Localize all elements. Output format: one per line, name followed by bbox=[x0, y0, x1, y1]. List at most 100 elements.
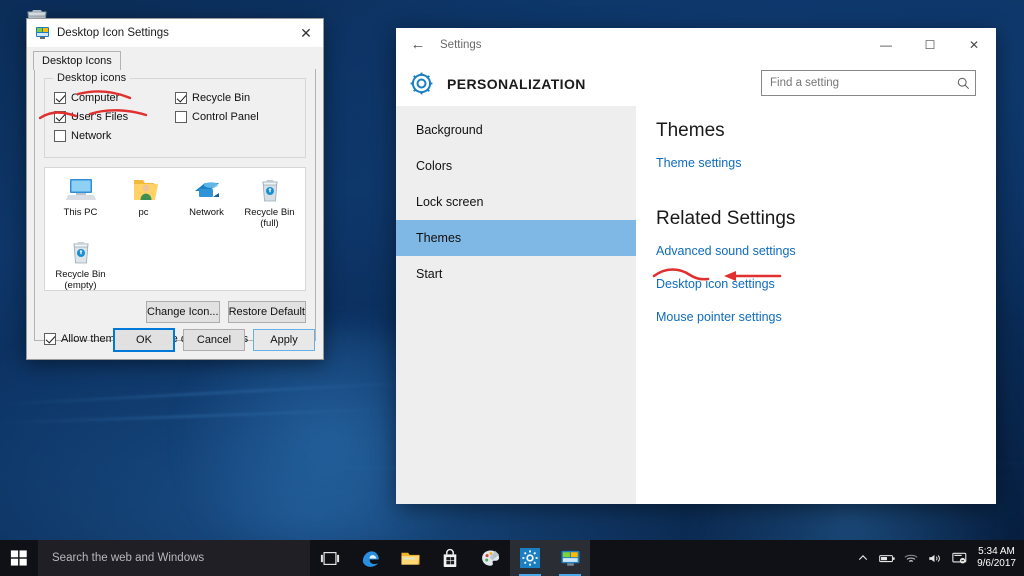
checkbox-recycle-bin-box[interactable] bbox=[175, 92, 187, 104]
sidebar-item-lock-screen[interactable]: Lock screen bbox=[396, 184, 636, 220]
checkbox-network-box[interactable] bbox=[54, 130, 66, 142]
maximize-icon[interactable]: ☐ bbox=[908, 28, 952, 61]
minimize-icon[interactable]: — bbox=[864, 28, 908, 61]
preview-label: Recycle Bin (empty) bbox=[55, 269, 106, 291]
recycle-bin-full-icon bbox=[254, 175, 286, 205]
search-input[interactable] bbox=[762, 77, 951, 89]
settings-body: Background Colors Lock screen Themes Sta… bbox=[396, 106, 996, 504]
show-hidden-icons-chevron-icon[interactable] bbox=[851, 553, 875, 563]
preview-label: Recycle Bin (full) bbox=[244, 207, 295, 229]
preview-item-this-pc[interactable]: This PC bbox=[49, 175, 112, 229]
settings-sidebar: Background Colors Lock screen Themes Sta… bbox=[396, 106, 636, 504]
desktop-icon-settings-dialog[interactable]: Desktop Icon Settings ✕ Desktop Icons De… bbox=[26, 18, 324, 360]
restore-default-button[interactable]: Restore Default bbox=[227, 301, 306, 323]
cancel-button[interactable]: Cancel bbox=[183, 329, 245, 351]
link-desktop-icon-settings[interactable]: Desktop icon settings bbox=[656, 277, 996, 291]
sidebar-item-themes[interactable]: Themes bbox=[396, 220, 636, 256]
store-icon[interactable] bbox=[430, 540, 470, 576]
preview-label: This PC bbox=[63, 207, 98, 218]
checkbox-recycle-bin[interactable]: Recycle Bin bbox=[175, 92, 296, 104]
settings-window-title: Settings bbox=[440, 38, 482, 51]
sidebar-item-label: Themes bbox=[416, 231, 462, 245]
settings-content: Themes Theme settings Related Settings A… bbox=[636, 106, 996, 504]
dialog-footer: OK Cancel Apply bbox=[27, 321, 323, 359]
checkbox-control-panel-label: Control Panel bbox=[192, 111, 259, 123]
preview-label: pc bbox=[138, 207, 149, 218]
sidebar-item-label: Start bbox=[416, 267, 443, 281]
change-icon-button[interactable]: Change Icon... bbox=[146, 301, 220, 323]
search-box[interactable] bbox=[761, 70, 976, 96]
file-explorer-icon[interactable] bbox=[390, 540, 430, 576]
preview-item-recycle-bin-full[interactable]: Recycle Bin (full) bbox=[238, 175, 301, 229]
dialog-tabstrip[interactable]: Desktop Icons bbox=[27, 47, 323, 70]
settings-header: PERSONALIZATION bbox=[396, 61, 996, 106]
settings-icon[interactable] bbox=[510, 540, 550, 576]
checkbox-computer[interactable]: Computer bbox=[54, 92, 175, 104]
page-title: PERSONALIZATION bbox=[447, 75, 586, 92]
icon-buttons-row: Change Icon... Restore Default bbox=[44, 301, 306, 323]
checkbox-recycle-bin-label: Recycle Bin bbox=[192, 92, 251, 104]
checkbox-network[interactable]: Network bbox=[54, 130, 175, 142]
dialog-tab-page: Desktop icons Computer User's Files Netw… bbox=[34, 69, 316, 345]
clock-time: 5:34 AM bbox=[978, 546, 1015, 557]
system-tray[interactable]: 5:34 AM 9/6/2017 bbox=[851, 540, 1024, 576]
taskbar-search-box[interactable]: Search the web and Windows bbox=[38, 540, 310, 576]
ok-button[interactable]: OK bbox=[113, 328, 175, 352]
preview-item-user-folder[interactable]: pc bbox=[112, 175, 175, 229]
sidebar-item-label: Lock screen bbox=[416, 195, 484, 209]
this-pc-icon bbox=[65, 175, 97, 205]
close-icon[interactable]: ✕ bbox=[289, 19, 323, 47]
sidebar-item-colors[interactable]: Colors bbox=[396, 148, 636, 184]
battery-icon[interactable] bbox=[875, 553, 899, 564]
dialog-title: Desktop Icon Settings bbox=[57, 26, 169, 39]
checkbox-control-panel-box[interactable] bbox=[175, 111, 187, 123]
user-folder-icon bbox=[128, 175, 160, 205]
taskbar-search-placeholder: Search the web and Windows bbox=[52, 552, 205, 564]
preview-item-network[interactable]: Network bbox=[175, 175, 238, 229]
preview-label: Network bbox=[189, 207, 224, 218]
apply-button[interactable]: Apply bbox=[253, 329, 315, 351]
close-icon[interactable]: ✕ bbox=[952, 28, 996, 61]
clock-date: 9/6/2017 bbox=[977, 558, 1016, 569]
taskbar[interactable]: Search the web and Windows 5:34 AM 9/6/2… bbox=[0, 540, 1024, 576]
tab-desktop-icons[interactable]: Desktop Icons bbox=[33, 51, 121, 70]
sidebar-item-background[interactable]: Background bbox=[396, 112, 636, 148]
checkbox-users-files-label: User's Files bbox=[71, 111, 129, 123]
volume-icon[interactable] bbox=[923, 553, 947, 564]
settings-titlebar[interactable]: ← Settings — ☐ ✕ bbox=[396, 28, 996, 61]
checkbox-control-panel[interactable]: Control Panel bbox=[175, 111, 296, 123]
start-button[interactable] bbox=[0, 540, 38, 576]
checkbox-computer-box[interactable] bbox=[54, 92, 66, 104]
desktop-icons-groupbox: Desktop icons Computer User's Files Netw… bbox=[44, 72, 306, 158]
taskbar-desktop-icon-settings-icon[interactable] bbox=[550, 540, 590, 576]
link-advanced-sound-settings[interactable]: Advanced sound settings bbox=[656, 244, 996, 258]
paint-icon[interactable] bbox=[470, 540, 510, 576]
sidebar-item-start[interactable]: Start bbox=[396, 256, 636, 292]
preview-item-recycle-bin-empty[interactable]: Recycle Bin (empty) bbox=[49, 237, 112, 291]
back-arrow-icon[interactable]: ← bbox=[396, 28, 440, 61]
link-mouse-pointer-settings[interactable]: Mouse pointer settings bbox=[656, 310, 996, 324]
checkbox-users-files-box[interactable] bbox=[54, 111, 66, 123]
action-center-icon[interactable] bbox=[947, 552, 971, 564]
checkbox-users-files[interactable]: User's Files bbox=[54, 111, 175, 123]
gear-icon bbox=[409, 71, 434, 96]
search-icon[interactable] bbox=[951, 77, 975, 90]
icon-preview-panel[interactable]: This PC pc Network Recycle Bin (full) Re… bbox=[44, 167, 306, 291]
desktop-icon-settings-icon bbox=[35, 26, 50, 40]
checkbox-computer-label: Computer bbox=[71, 92, 120, 104]
wifi-icon[interactable] bbox=[899, 553, 923, 564]
groupbox-title: Desktop icons bbox=[53, 72, 131, 84]
sidebar-item-label: Background bbox=[416, 123, 483, 137]
dialog-titlebar[interactable]: Desktop Icon Settings ✕ bbox=[27, 19, 323, 47]
edge-icon[interactable] bbox=[350, 540, 390, 576]
link-theme-settings[interactable]: Theme settings bbox=[656, 156, 996, 170]
clock[interactable]: 5:34 AM 9/6/2017 bbox=[977, 546, 1016, 570]
related-settings-heading: Related Settings bbox=[656, 208, 796, 229]
sidebar-item-label: Colors bbox=[416, 159, 453, 173]
settings-window[interactable]: ← Settings — ☐ ✕ PERSONALIZATION Find a … bbox=[396, 28, 996, 504]
task-view-icon[interactable] bbox=[310, 540, 350, 576]
recycle-bin-empty-icon bbox=[65, 237, 97, 267]
themes-heading: Themes bbox=[656, 120, 725, 141]
checkbox-network-label: Network bbox=[71, 130, 112, 142]
window-controls: — ☐ ✕ bbox=[864, 28, 996, 61]
